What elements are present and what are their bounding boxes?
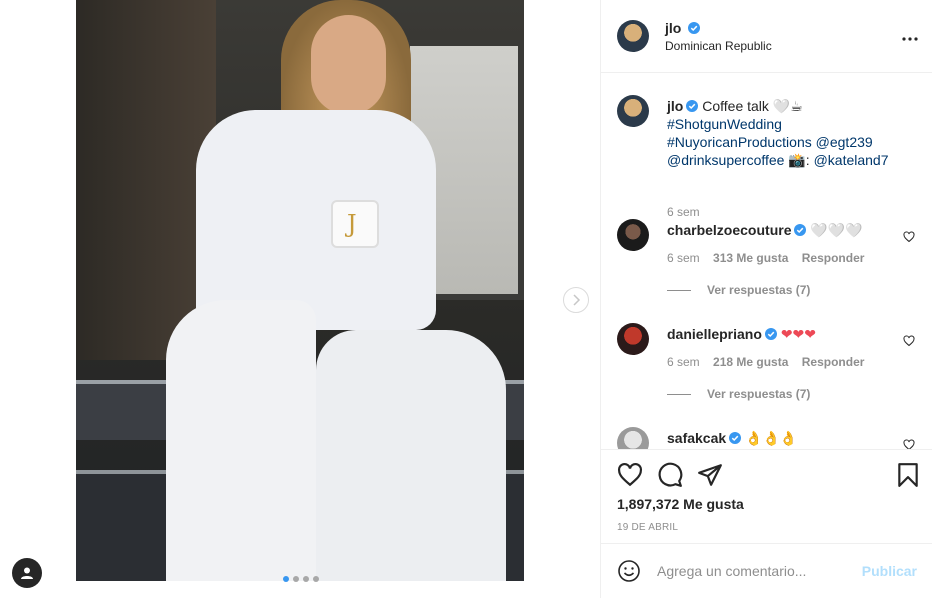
replies-divider [667, 393, 691, 395]
view-replies-label: Ver respuestas (7) [707, 283, 811, 297]
comment-likes[interactable]: 313 Me gusta [713, 251, 788, 265]
comment-username[interactable]: daniellepriano [667, 326, 762, 342]
mention-link[interactable]: @drinksupercoffee [667, 152, 784, 168]
post-panel: jlo Dominican Republic jlo Coffee talk 🤍… [600, 0, 932, 598]
post-photo[interactable]: J [76, 0, 524, 581]
comment-meta: 6 sem 313 Me gusta Responder [667, 251, 874, 265]
hashtag-link[interactable]: #NuyoricanProductions [667, 134, 812, 150]
post-header: jlo Dominican Republic [601, 0, 932, 73]
comment-meta: 6 sem 218 Me gusta Responder [667, 355, 874, 369]
publish-button[interactable]: Publicar [862, 563, 917, 579]
mention-link[interactable]: @kateland7 [814, 152, 889, 168]
caption-time[interactable]: 6 sem [667, 205, 700, 219]
photo-pants-left [166, 300, 316, 581]
photo-face [311, 15, 386, 115]
photo-mug: J [331, 200, 379, 248]
add-comment-bar: Agrega un comentario... Publicar [601, 543, 932, 598]
caption-username[interactable]: jlo [667, 98, 683, 114]
verified-badge-icon [729, 432, 742, 444]
smiley-icon[interactable] [617, 559, 641, 583]
carousel-next-button[interactable] [563, 287, 589, 313]
hashtag-link[interactable]: #ShotgunWedding [667, 116, 782, 132]
comment-like-icon[interactable] [903, 335, 915, 347]
carousel-dots [283, 576, 319, 582]
heart-outline-icon[interactable] [617, 462, 643, 488]
comment-username[interactable]: safakcak [667, 430, 726, 446]
carousel-dot[interactable] [283, 576, 289, 582]
chevron-right-icon [573, 294, 581, 306]
verified-badge-icon [688, 21, 701, 34]
reply-button[interactable]: Responder [802, 251, 865, 265]
carousel-dot[interactable] [313, 576, 319, 582]
user-icon [21, 567, 33, 579]
comment-username[interactable]: charbelzoecouture [667, 222, 791, 238]
avatar[interactable] [617, 323, 649, 355]
header-location[interactable]: Dominican Republic [665, 39, 772, 53]
header-username[interactable]: jlo [665, 20, 681, 36]
verified-badge-icon [794, 224, 807, 236]
profile-button[interactable] [12, 558, 42, 588]
comment-text: 👌👌👌 [745, 430, 798, 446]
verified-badge-icon [764, 328, 777, 340]
avatar[interactable] [617, 95, 649, 127]
view-replies-button[interactable]: Ver respuestas (7) [667, 387, 810, 401]
more-horizontal-icon [902, 37, 918, 41]
camera-credit-text: 📸: [788, 152, 814, 168]
comment-like-icon[interactable] [903, 439, 915, 449]
photo-shirt [196, 110, 436, 330]
likes-count[interactable]: 1,897,372 Me gusta [617, 496, 744, 512]
mention-link[interactable]: @egt239 [816, 134, 873, 150]
more-options-button[interactable] [902, 24, 918, 47]
comment-time[interactable]: 6 sem [667, 251, 700, 265]
photo-door-bg [76, 0, 216, 360]
photo-pants-right [316, 330, 506, 581]
paper-plane-icon[interactable] [697, 462, 723, 488]
caption-text: Coffee talk 🤍☕ [702, 98, 803, 114]
comment-text: 🤍🤍🤍 [810, 222, 863, 238]
comment-input[interactable]: Agrega un comentario... [657, 563, 862, 579]
view-replies-label: Ver respuestas (7) [707, 387, 811, 401]
post-media: J [0, 0, 600, 598]
replies-divider [667, 289, 691, 291]
comments-list[interactable]: jlo Coffee talk 🤍☕ #ShotgunWedding #Nuyo… [601, 73, 932, 449]
comment-likes[interactable]: 218 Me gusta [713, 355, 788, 369]
carousel-dot[interactable] [293, 576, 299, 582]
view-replies-button[interactable]: Ver respuestas (7) [667, 283, 810, 297]
comment-time[interactable]: 6 sem [667, 355, 700, 369]
mug-letter: J [347, 210, 357, 238]
post-actions: 1,897,372 Me gusta 19 DE ABRIL [601, 449, 932, 533]
avatar[interactable] [617, 427, 649, 449]
carousel-dot[interactable] [303, 576, 309, 582]
bookmark-icon[interactable] [895, 462, 921, 488]
comment-like-icon[interactable] [903, 231, 915, 243]
comment-bubble-icon[interactable] [657, 462, 683, 488]
avatar[interactable] [617, 20, 649, 52]
post-date[interactable]: 19 DE ABRIL [617, 522, 678, 533]
comment-text: ❤❤❤ [780, 326, 817, 342]
verified-badge-icon [686, 100, 699, 112]
reply-button[interactable]: Responder [802, 355, 865, 369]
avatar[interactable] [617, 219, 649, 251]
